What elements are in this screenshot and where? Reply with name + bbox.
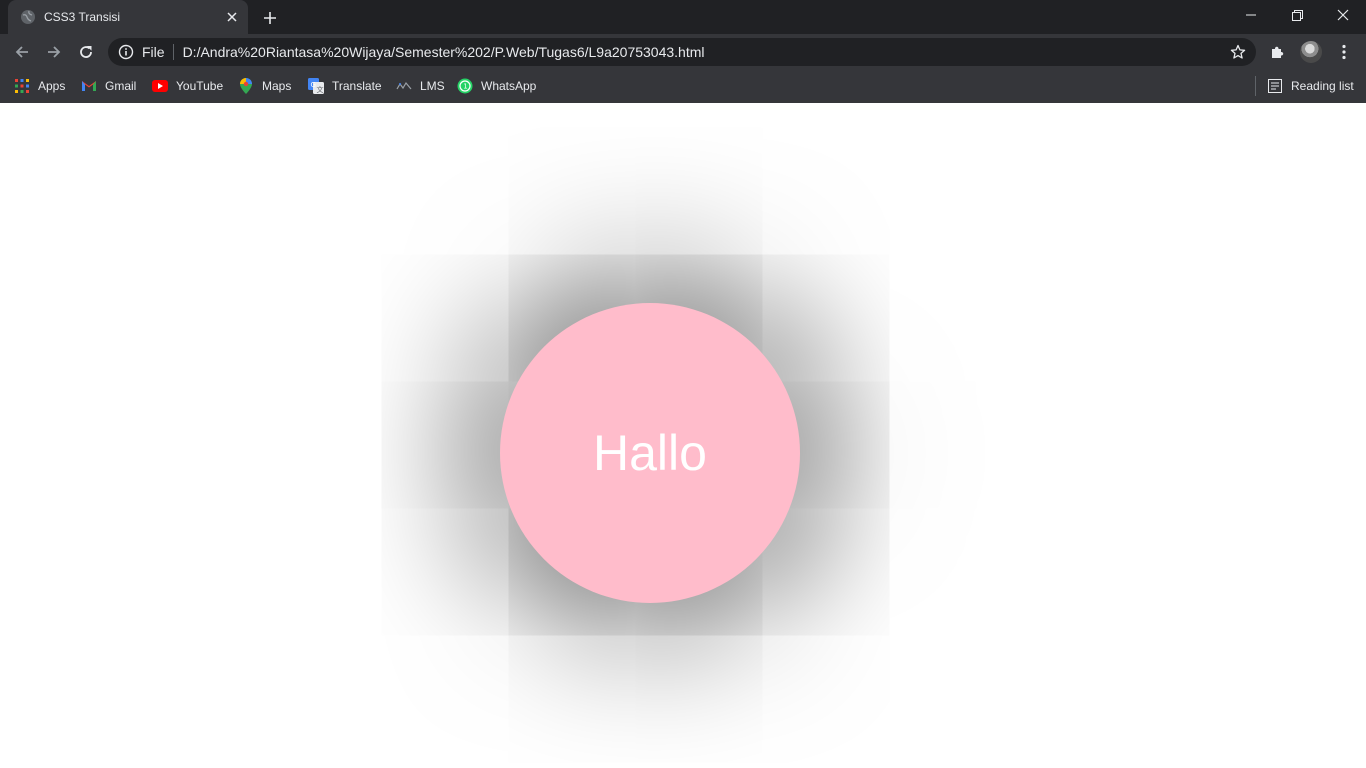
- page-content: Hallo: [0, 103, 1366, 768]
- bookmark-label: YouTube: [176, 79, 224, 93]
- bookmark-label: Maps: [262, 79, 292, 93]
- bookmarks-divider: [1255, 76, 1256, 96]
- bookmark-label: Apps: [38, 79, 66, 93]
- menu-button[interactable]: [1336, 40, 1352, 64]
- profile-avatar[interactable]: [1300, 41, 1322, 63]
- new-tab-button[interactable]: [258, 6, 282, 30]
- url-scheme-label: File: [142, 44, 165, 60]
- tab-title: CSS3 Transisi: [44, 10, 121, 24]
- back-button[interactable]: [8, 38, 36, 66]
- bookmark-gmail[interactable]: Gmail: [81, 75, 136, 97]
- youtube-icon: [152, 78, 168, 94]
- extensions-button[interactable]: [1266, 40, 1290, 64]
- lms-icon: [396, 78, 412, 94]
- restore-icon: [1291, 9, 1303, 21]
- svg-text:文: 文: [317, 85, 324, 94]
- bookmarks-bar: Apps Gmail YouTube Maps G文 Translate LMS…: [0, 70, 1366, 103]
- tab-strip: CSS3 Transisi: [0, 0, 1366, 34]
- minimize-button[interactable]: [1228, 0, 1274, 30]
- reading-list-icon: [1267, 78, 1283, 94]
- bookmark-youtube[interactable]: YouTube: [152, 75, 223, 97]
- svg-text:G: G: [311, 81, 316, 89]
- bookmark-apps[interactable]: Apps: [14, 75, 65, 97]
- browser-toolbar: File D:/Andra%20Riantasa%20Wijaya/Semest…: [0, 34, 1366, 70]
- tab-active[interactable]: CSS3 Transisi: [8, 0, 248, 34]
- close-icon: [1337, 9, 1349, 21]
- puzzle-icon: [1272, 46, 1284, 58]
- reading-list-label: Reading list: [1291, 79, 1354, 93]
- restore-button[interactable]: [1274, 0, 1320, 30]
- hallo-circle[interactable]: Hallo: [500, 303, 800, 603]
- svg-text:1: 1: [463, 83, 467, 91]
- bookmark-label: Translate: [332, 79, 382, 93]
- gmail-icon: [81, 78, 97, 94]
- three-dots-icon: [1342, 44, 1346, 60]
- whatsapp-icon: 1: [457, 78, 473, 94]
- tab-close-icon[interactable]: [222, 7, 242, 27]
- bookmark-translate[interactable]: G文 Translate: [308, 75, 382, 97]
- hallo-text: Hallo: [593, 425, 707, 481]
- bookmark-lms[interactable]: LMS: [396, 75, 445, 97]
- bookmark-label: WhatsApp: [481, 79, 537, 93]
- close-window-button[interactable]: [1320, 0, 1366, 30]
- bookmark-label: Gmail: [105, 79, 137, 93]
- forward-button[interactable]: [40, 38, 68, 66]
- maps-icon: [238, 78, 254, 94]
- window-controls: [1228, 0, 1366, 32]
- address-bar[interactable]: File D:/Andra%20Riantasa%20Wijaya/Semest…: [108, 38, 1256, 66]
- apps-grid-icon: [14, 78, 30, 94]
- globe-icon: [20, 9, 36, 25]
- star-icon[interactable]: [1228, 42, 1248, 62]
- minimize-icon: [1246, 14, 1256, 16]
- url-separator: [172, 44, 174, 60]
- url-text[interactable]: D:/Andra%20Riantasa%20Wijaya/Semester%20…: [183, 44, 1228, 60]
- reload-icon: [80, 46, 92, 58]
- plus-icon: [264, 12, 276, 24]
- arrow-right-icon: [48, 46, 61, 58]
- bookmark-maps[interactable]: Maps: [238, 75, 291, 97]
- browser-window: CSS3 Transisi File D:/Andra%20Riantasa%2…: [0, 0, 1366, 768]
- info-icon[interactable]: [118, 44, 134, 60]
- reading-list-button[interactable]: Reading list: [1267, 75, 1354, 97]
- bookmark-label: LMS: [420, 79, 445, 93]
- arrow-left-icon: [15, 46, 28, 58]
- bookmark-whatsapp[interactable]: 1 WhatsApp: [457, 75, 536, 97]
- reload-button[interactable]: [72, 38, 100, 66]
- translate-icon: G文: [308, 78, 324, 94]
